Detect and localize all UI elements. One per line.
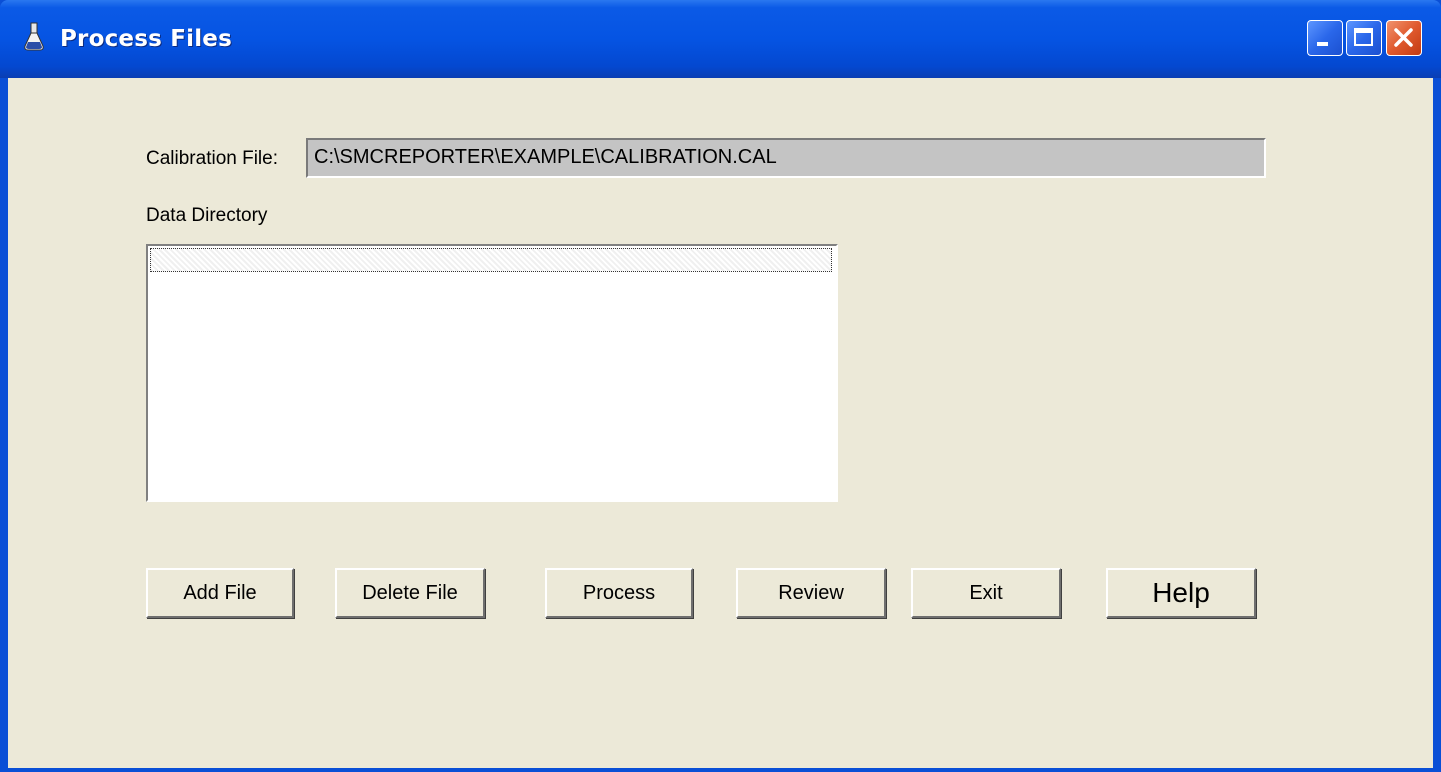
maximize-button[interactable] <box>1346 20 1382 56</box>
list-focus-item[interactable] <box>150 248 832 272</box>
close-button[interactable] <box>1386 20 1422 56</box>
process-files-window: Process Files Calibration File: C:\SMCRE… <box>0 0 1441 772</box>
flask-icon <box>22 22 46 52</box>
window-title: Process Files <box>60 26 232 52</box>
data-directory-label: Data Directory <box>146 205 268 226</box>
client-area: Calibration File: C:\SMCREPORTER\EXAMPLE… <box>8 78 1433 768</box>
calibration-file-label: Calibration File: <box>146 148 278 169</box>
calibration-file-field: C:\SMCREPORTER\EXAMPLE\CALIBRATION.CAL <box>306 138 1266 178</box>
close-icon <box>1394 28 1413 47</box>
review-button[interactable]: Review <box>736 568 886 618</box>
data-directory-listbox[interactable] <box>146 244 838 502</box>
exit-button[interactable]: Exit <box>911 568 1061 618</box>
minimize-button[interactable] <box>1307 20 1343 56</box>
maximize-icon <box>1354 28 1373 46</box>
title-bar[interactable]: Process Files <box>0 0 1441 78</box>
minimize-icon <box>1317 42 1328 46</box>
delete-file-button[interactable]: Delete File <box>335 568 485 618</box>
add-file-button[interactable]: Add File <box>146 568 294 618</box>
process-button[interactable]: Process <box>545 568 693 618</box>
help-button[interactable]: Help <box>1106 568 1256 618</box>
